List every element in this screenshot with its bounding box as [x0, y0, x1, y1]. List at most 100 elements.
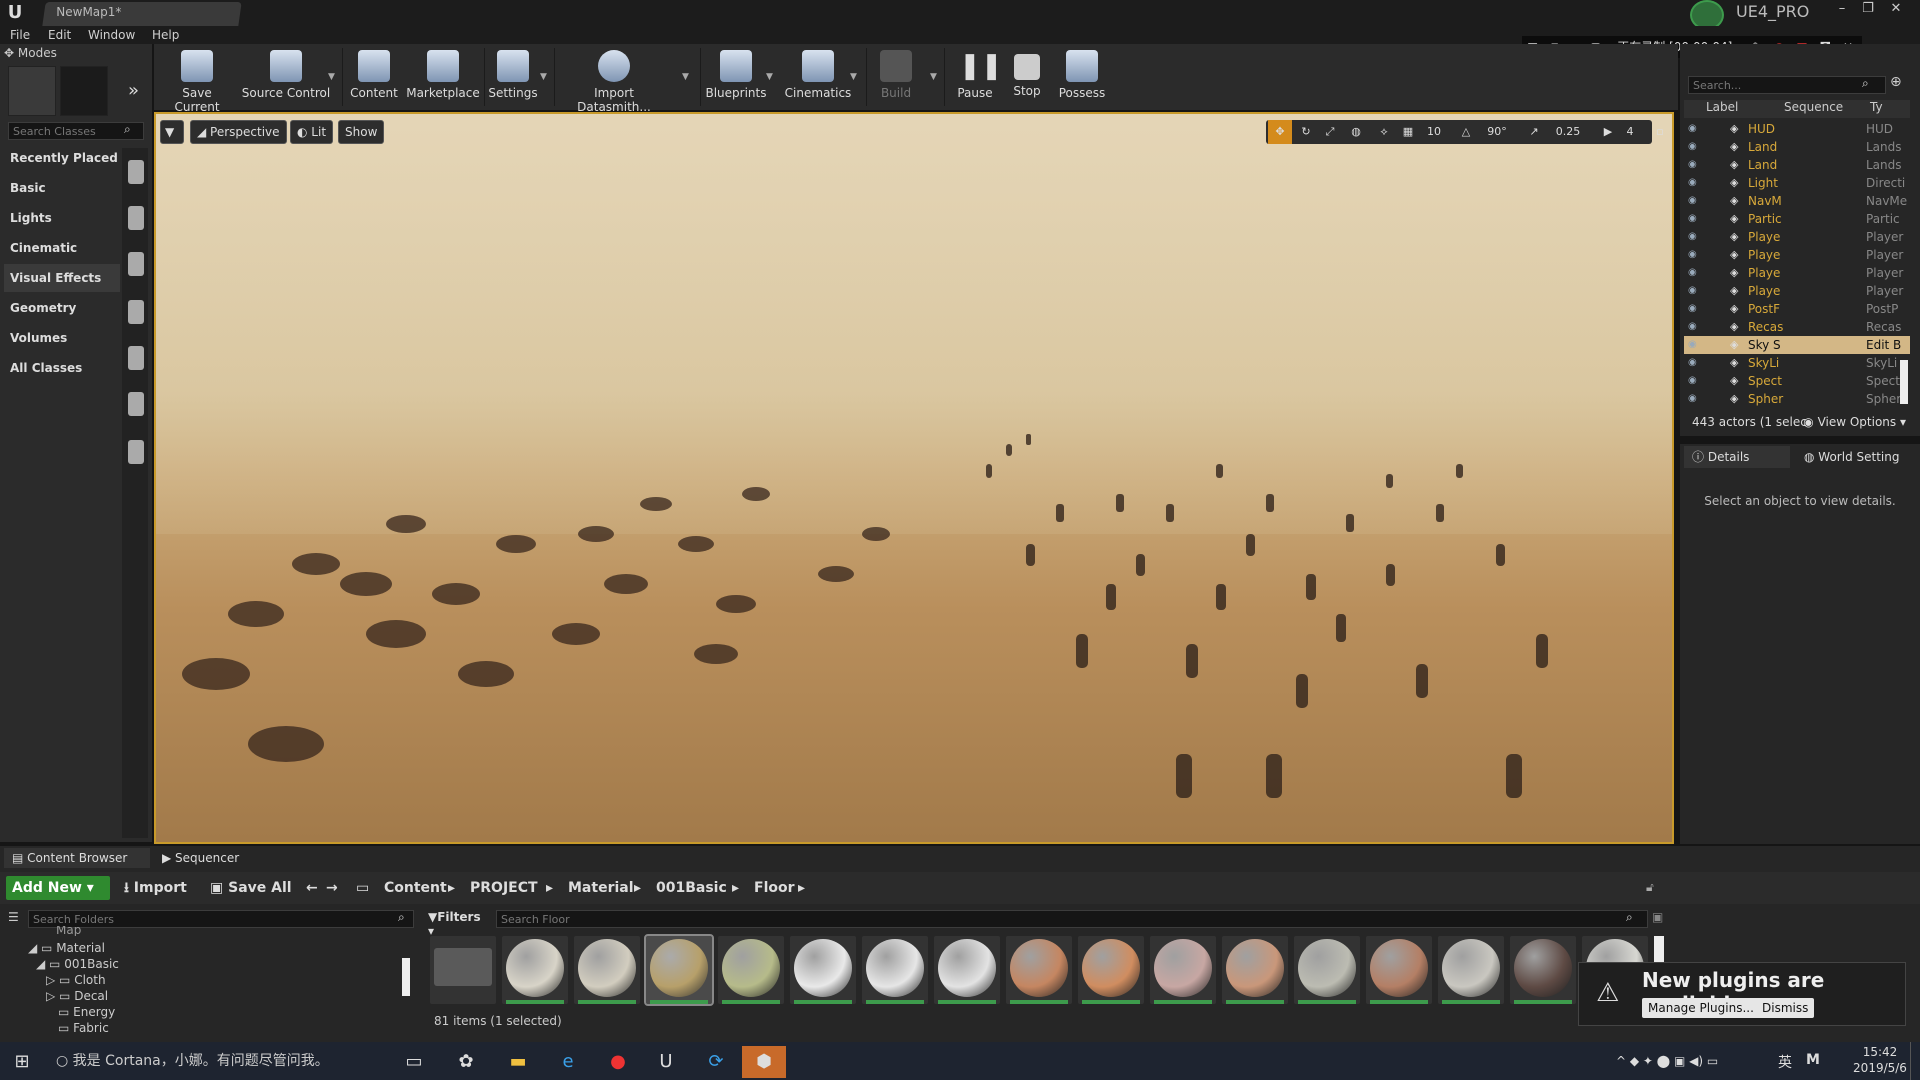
tree-item-001basic[interactable]: ◢ ▭ 001Basic: [36, 956, 436, 972]
outliner-row[interactable]: ◉ ◈ NavM NavMe: [1684, 192, 1910, 210]
blueprints-dropdown-icon[interactable]: ▼: [766, 72, 774, 82]
category-visual-effects[interactable]: Visual Effects: [4, 264, 120, 292]
category-all-classes[interactable]: All Classes: [4, 354, 120, 382]
show-button[interactable]: Show: [338, 120, 385, 144]
visibility-eye-icon[interactable]: ◉: [1688, 372, 1697, 390]
material-thumbnail[interactable]: [1078, 936, 1144, 1004]
rotation-snap-value[interactable]: 90°: [1480, 120, 1514, 144]
breadcrumb-separator-icon[interactable]: ▸: [448, 876, 455, 900]
outliner-row[interactable]: ◉ ◈ Playe Player: [1684, 228, 1910, 246]
menu-edit[interactable]: Edit: [48, 26, 71, 44]
category-lights[interactable]: Lights: [4, 204, 120, 232]
material-thumbnail[interactable]: [644, 934, 714, 1006]
blueprints-button[interactable]: Blueprints: [704, 48, 768, 108]
minimize-icon[interactable]: –: [1830, 0, 1854, 18]
outliner-row[interactable]: ◉ ◈ Playe Player: [1684, 246, 1910, 264]
add-new-button[interactable]: Add New ▾: [6, 876, 110, 900]
outliner-search-input[interactable]: Search...: [1688, 76, 1886, 94]
tree-item-energy[interactable]: ▭ Energy: [58, 1004, 458, 1020]
breadcrumb-separator-icon[interactable]: ▸: [732, 876, 739, 900]
surface-snap-icon[interactable]: ⟡: [1372, 120, 1396, 144]
tab-world-settings[interactable]: ◍ World Setting: [1796, 446, 1914, 468]
save-all-button[interactable]: ▣ Save All: [210, 876, 292, 900]
possess-button[interactable]: Possess: [1054, 48, 1110, 108]
folder-thumbnail[interactable]: [430, 936, 496, 1004]
material-thumbnail[interactable]: [502, 936, 568, 1004]
menu-window[interactable]: Window: [88, 26, 135, 44]
column-sequence[interactable]: Sequence: [1784, 100, 1843, 114]
settings-dropdown-icon[interactable]: ▼: [540, 72, 548, 82]
outliner-row[interactable]: ◉ ◈ Spect Specta: [1684, 372, 1910, 390]
outliner-row[interactable]: ◉ ◈ PostF PostP: [1684, 300, 1910, 318]
category-geometry[interactable]: Geometry: [4, 294, 120, 322]
lit-button[interactable]: ◐ Lit: [290, 120, 334, 144]
paint-mode-icon[interactable]: [60, 66, 108, 116]
map-tab[interactable]: NewMap1*: [42, 2, 242, 26]
outliner-add-icon[interactable]: ⊕: [1890, 74, 1902, 90]
visibility-eye-icon[interactable]: ◉: [1688, 318, 1697, 336]
close-icon[interactable]: ✕: [1884, 0, 1908, 18]
app-icon[interactable]: ✿: [444, 1046, 488, 1078]
class-item-icon[interactable]: [128, 392, 144, 416]
outliner-row[interactable]: ◉ ◈ SkyLi SkyLi: [1684, 354, 1910, 372]
maximize-viewport-icon[interactable]: ▫: [1648, 120, 1672, 144]
scale-icon[interactable]: ⤢: [1318, 120, 1342, 144]
system-tray-icons[interactable]: ^ ◆ ✦ ⬤ ▣ ◀) ▭: [1616, 1054, 1718, 1068]
modes-tab[interactable]: ✥ Modes: [4, 46, 144, 64]
breadcrumb-material[interactable]: Material: [568, 876, 634, 900]
material-thumbnail[interactable]: [1150, 936, 1216, 1004]
tree-item-map[interactable]: Map: [56, 926, 456, 936]
material-thumbnail[interactable]: [1438, 936, 1504, 1004]
translate-icon[interactable]: ✥: [1268, 120, 1292, 144]
tree-item-fabric[interactable]: ▭ Fabric: [58, 1020, 458, 1036]
taskbar-clock[interactable]: 15:42 2019/5/6: [1840, 1044, 1920, 1076]
maximize-icon[interactable]: ❐: [1856, 0, 1880, 18]
scale-snap-icon[interactable]: ↗: [1522, 120, 1546, 144]
material-thumbnail[interactable]: [1366, 936, 1432, 1004]
search-floor-input[interactable]: Search Floor: [496, 910, 1648, 928]
search-app-icon[interactable]: ⟳: [694, 1046, 738, 1078]
breadcrumb-floor[interactable]: Floor: [754, 876, 795, 900]
import-datasmith-dropdown-icon[interactable]: ▼: [682, 72, 690, 82]
visibility-eye-icon[interactable]: ◉: [1688, 264, 1697, 282]
material-thumbnail[interactable]: [1222, 936, 1288, 1004]
windows-start-icon[interactable]: ⊞: [0, 1046, 44, 1078]
folder-icon[interactable]: ▭: [356, 876, 369, 900]
ime-mode-icon[interactable]: M: [1806, 1052, 1820, 1068]
class-item-icon[interactable]: [128, 252, 144, 276]
sources-panel-toggle-icon[interactable]: ☰: [8, 910, 19, 924]
breadcrumb-separator-icon[interactable]: ▸: [546, 876, 553, 900]
outliner-row[interactable]: ◉ ◈ Sky S Edit B: [1684, 336, 1910, 354]
rotation-snap-icon[interactable]: △: [1454, 120, 1478, 144]
save-search-icon[interactable]: ▣: [1652, 910, 1663, 924]
camera-speed-value[interactable]: 4: [1618, 120, 1642, 144]
lock-icon[interactable]: 🔓︎: [1646, 880, 1654, 895]
visibility-eye-icon[interactable]: ◉: [1688, 246, 1697, 264]
perspective-button[interactable]: ◢ Perspective: [190, 120, 287, 144]
tab-content-browser[interactable]: ▤ Content Browser: [4, 848, 150, 868]
breadcrumb-content[interactable]: Content: [384, 876, 447, 900]
class-item-icon[interactable]: [128, 346, 144, 370]
class-item-icon[interactable]: [128, 206, 144, 230]
class-item-icon[interactable]: [128, 440, 144, 464]
content-button[interactable]: Content: [346, 48, 402, 108]
forward-icon[interactable]: →: [326, 876, 338, 900]
source-control-button[interactable]: Source Control: [240, 48, 332, 108]
filters-button[interactable]: ▼Filters ▾: [428, 910, 488, 938]
build-button[interactable]: Build: [870, 48, 922, 108]
outliner-row[interactable]: ◉ ◈ Playe Player: [1684, 282, 1910, 300]
edge-browser-icon[interactable]: e: [546, 1046, 590, 1078]
outliner-scrollbar[interactable]: [1900, 360, 1908, 404]
asset-scrollbar[interactable]: [1654, 936, 1664, 964]
category-volumes[interactable]: Volumes: [4, 324, 120, 352]
manage-plugins-button[interactable]: Manage Plugins...: [1642, 998, 1760, 1018]
category-recently-placed[interactable]: Recently Placed: [4, 144, 120, 172]
camera-speed-icon[interactable]: ▶: [1596, 120, 1620, 144]
visibility-eye-icon[interactable]: ◉: [1688, 228, 1697, 246]
build-dropdown-icon[interactable]: ▼: [930, 72, 938, 82]
visibility-eye-icon[interactable]: ◉: [1688, 156, 1697, 174]
visibility-eye-icon[interactable]: ◉: [1688, 354, 1697, 372]
pause-button[interactable]: ❚❚ Pause: [950, 48, 1002, 108]
outliner-row[interactable]: ◉ ◈ Land Lands: [1684, 138, 1910, 156]
class-item-icon[interactable]: [128, 160, 144, 184]
